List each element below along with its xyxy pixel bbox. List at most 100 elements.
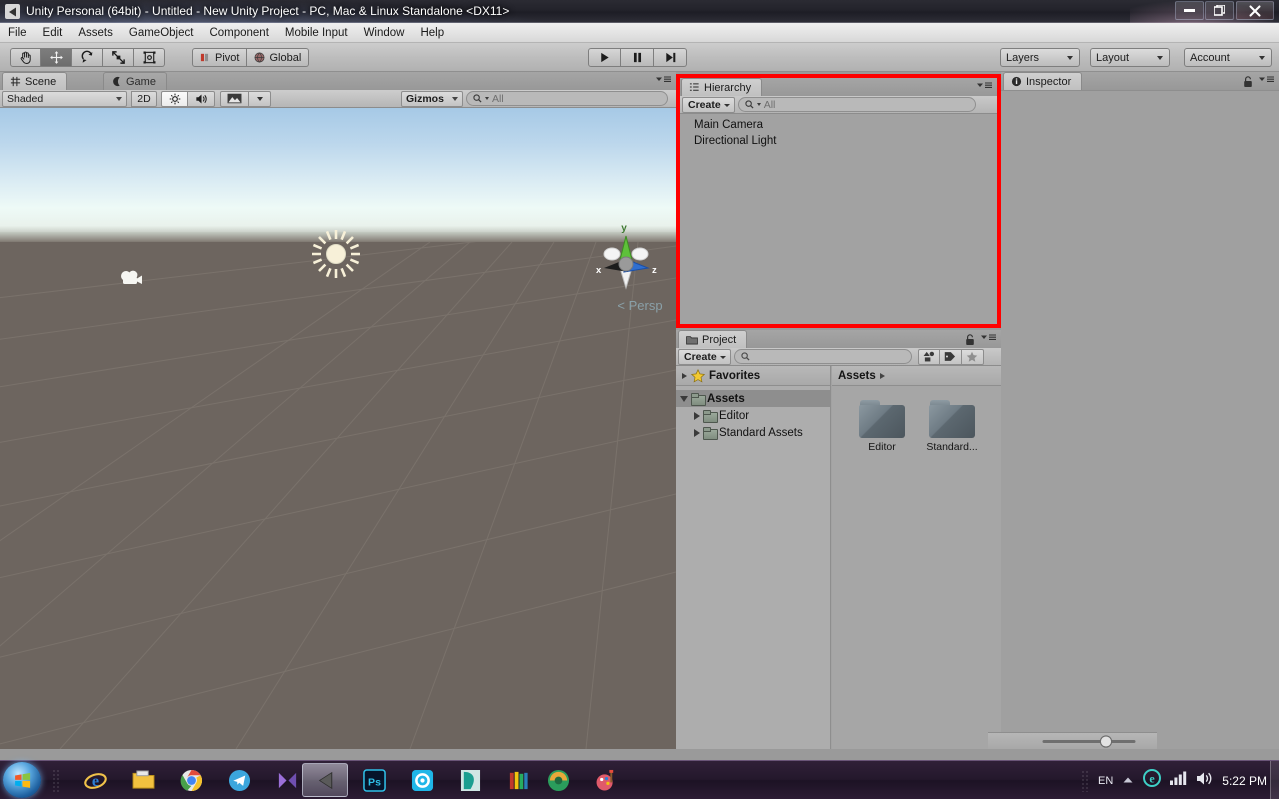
hierarchy-create-button[interactable]: Create [682,96,735,113]
scene-panel-menu-icon[interactable] [654,75,672,87]
unity-icon [5,4,20,19]
camera-gizmo[interactable] [119,268,144,295]
chevron-right-icon[interactable] [694,411,700,420]
media-player-icon[interactable] [274,767,300,793]
chevron-down-icon[interactable] [680,395,688,402]
project-create-button[interactable]: Create [678,348,731,365]
asset-item-standard-assets[interactable]: Standard... [924,400,980,453]
tree-item-assets[interactable]: Assets [676,390,830,407]
tab-game[interactable]: Game [103,72,167,90]
start-button[interactable] [3,762,41,798]
gizmo-axis-z-label: z [652,265,657,276]
layout-dropdown[interactable]: Layout [1090,48,1170,67]
space-toggle-button[interactable]: Global [247,48,310,67]
toggle-2d-button[interactable]: 2D [131,90,157,107]
tree-item-standard-assets[interactable]: Standard Assets [676,424,830,441]
menu-item-component[interactable]: Component [201,24,276,42]
pause-button[interactable] [621,48,654,67]
step-button[interactable] [654,48,687,67]
project-favorites-label: Favorites [709,369,761,382]
window-title: Unity Personal (64bit) - Untitled - New … [26,4,510,18]
gizmos-dropdown[interactable]: Gizmos [401,90,463,107]
project-search-input[interactable] [733,349,912,364]
favorites-star-icon[interactable] [961,348,984,365]
show-desktop-button[interactable] [1270,761,1279,799]
light-gizmo[interactable] [310,228,362,285]
scale-tool-button[interactable] [103,48,134,67]
menu-item-window[interactable]: Window [356,24,413,42]
menu-item-gameobject[interactable]: GameObject [121,24,202,42]
chevron-right-icon[interactable] [682,372,687,379]
menu-item-mobile-input[interactable]: Mobile Input [277,24,356,42]
asset-grid: Editor Standard... [832,386,1001,453]
tray-separator [1081,769,1090,792]
photoshop-icon[interactable]: Ps [361,767,387,793]
menu-item-help[interactable]: Help [412,24,452,42]
unity-icon[interactable] [313,767,339,793]
draw-mode-dropdown[interactable]: Shaded [2,90,127,107]
inspector-panel-menu-icon[interactable] [1257,75,1275,87]
hierarchy-panel-menu-icon[interactable] [975,81,993,93]
maximize-button[interactable] [1205,1,1234,20]
chevron-right-icon[interactable] [694,428,700,437]
tree-item-editor[interactable]: Editor [676,407,830,424]
tab-project[interactable]: Project [678,330,748,348]
app-books-icon[interactable] [505,767,531,793]
signal-bars-icon[interactable] [1170,771,1187,790]
minimize-button[interactable] [1175,1,1204,20]
telegram-icon[interactable] [226,767,252,793]
app-teal-icon[interactable] [457,767,483,793]
filter-by-type-icon[interactable] [917,348,940,365]
chevron-up-icon[interactable] [1122,772,1134,790]
menu-item-edit[interactable]: Edit [35,24,71,42]
layers-dropdown[interactable]: Layers [1000,48,1080,67]
hierarchy-search-input[interactable]: All [737,97,976,112]
play-button[interactable] [588,48,621,67]
scene-viewport[interactable]: y x z < Persp [0,108,676,749]
project-tree-column: Favorites Assets Editor Standard Assets [676,366,831,749]
paint-icon[interactable] [593,767,619,793]
move-tool-button[interactable] [41,48,72,67]
project-breadcrumb[interactable]: Assets [832,366,1001,386]
tab-inspector[interactable]: Inspector [1003,72,1083,90]
menu-item-assets[interactable]: Assets [70,24,121,42]
rotate-tool-button[interactable] [72,48,103,67]
hand-tool-button[interactable] [10,48,41,67]
tab-game-label: Game [126,75,156,88]
scene-search-input[interactable]: All [466,91,668,106]
project-asset-tree[interactable]: Assets Editor Standard Assets [676,386,830,441]
close-button[interactable] [1236,1,1274,20]
taskbar-clock[interactable]: 5:22 PM [1222,774,1267,788]
project-zoom-slider[interactable] [988,732,1157,749]
filter-by-label-icon[interactable] [939,348,962,365]
scene-effects-toggle[interactable] [220,90,249,107]
pivot-toggle-button[interactable]: Pivot [192,48,248,67]
app-green-icon[interactable] [545,767,571,793]
scene-effects-dropdown[interactable] [249,90,271,107]
browser-icon[interactable]: e [1143,769,1162,792]
scene-projection-label: < Persp [617,298,662,313]
app-blue-icon[interactable] [409,767,435,793]
account-dropdown[interactable]: Account [1184,48,1272,67]
tray-language-label[interactable]: EN [1098,775,1113,787]
scene-lighting-toggle[interactable] [161,90,188,107]
google-chrome-icon[interactable] [178,767,204,793]
chevron-right-icon[interactable] [879,372,885,379]
file-explorer-icon[interactable] [130,767,156,793]
hierarchy-item-directional-light[interactable]: Directional Light [680,133,997,149]
project-favorites-header[interactable]: Favorites [676,366,830,386]
folder-icon [859,400,905,438]
tab-scene[interactable]: Scene [2,72,68,90]
volume-icon[interactable] [1196,771,1213,791]
pivot-label: Pivot [215,51,240,64]
menu-item-file[interactable]: File [0,24,35,42]
internet-explorer-icon[interactable]: e [82,767,108,793]
project-panel-menu-icon[interactable] [979,333,997,345]
rect-transform-tool-button[interactable] [134,48,165,67]
asset-item-editor[interactable]: Editor [854,400,910,453]
scene-orientation-gizmo[interactable]: y x z < Persp [584,216,668,321]
scene-audio-toggle[interactable] [188,90,215,107]
hierarchy-item-main-camera[interactable]: Main Camera [680,117,997,133]
hierarchy-list[interactable]: Main Camera Directional Light [680,114,997,324]
tab-hierarchy[interactable]: Hierarchy [681,78,763,96]
